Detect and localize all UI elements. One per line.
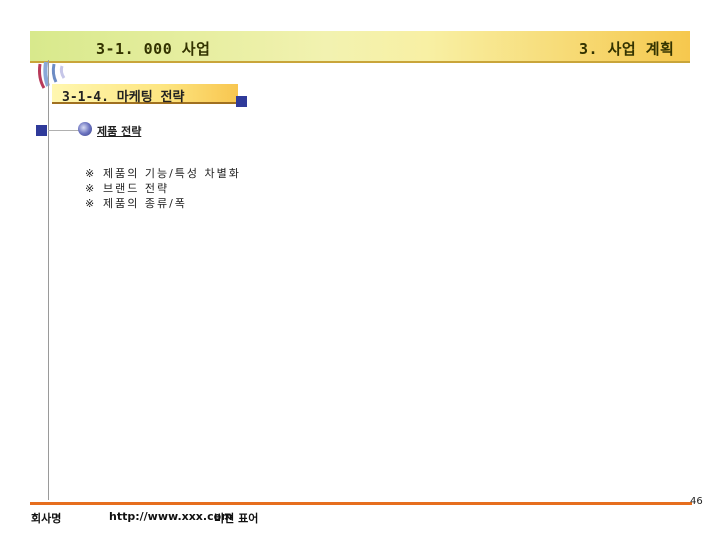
reference-mark-icon: ※ bbox=[85, 167, 97, 180]
page-number: 46 bbox=[690, 496, 703, 507]
list-item-text: 제품의 종류/폭 bbox=[103, 197, 187, 210]
list-item-text: 브랜드 전략 bbox=[103, 182, 170, 195]
bullet-list: ※ 제품의 기능/특성 차별화 ※ 브랜드 전략 ※ 제품의 종류/폭 bbox=[85, 167, 241, 212]
list-item-text: 제품의 기능/특성 차별화 bbox=[103, 167, 241, 180]
section-heading: 제품 전략 bbox=[97, 125, 142, 138]
bullet-circle-icon bbox=[78, 122, 92, 136]
list-item: ※ 제품의 기능/특성 차별화 bbox=[85, 167, 241, 182]
footer-company: 회사명 bbox=[31, 512, 62, 525]
reference-mark-icon: ※ bbox=[85, 182, 97, 195]
list-item: ※ 제품의 종류/폭 bbox=[85, 197, 241, 212]
section-title: 3. 사업 계획 bbox=[579, 40, 675, 58]
accent-square-icon bbox=[236, 96, 247, 107]
footer-vision: 비젼 표어 bbox=[214, 512, 259, 525]
vertical-divider bbox=[48, 60, 49, 500]
list-item: ※ 브랜드 전략 bbox=[85, 182, 241, 197]
reference-mark-icon: ※ bbox=[85, 197, 97, 210]
subtitle: 3-1-4. 마케팅 전략 bbox=[62, 90, 185, 105]
footer-line bbox=[30, 502, 692, 505]
accent-square-icon bbox=[36, 125, 47, 136]
slide-title: 3-1. 000 사업 bbox=[96, 40, 211, 58]
